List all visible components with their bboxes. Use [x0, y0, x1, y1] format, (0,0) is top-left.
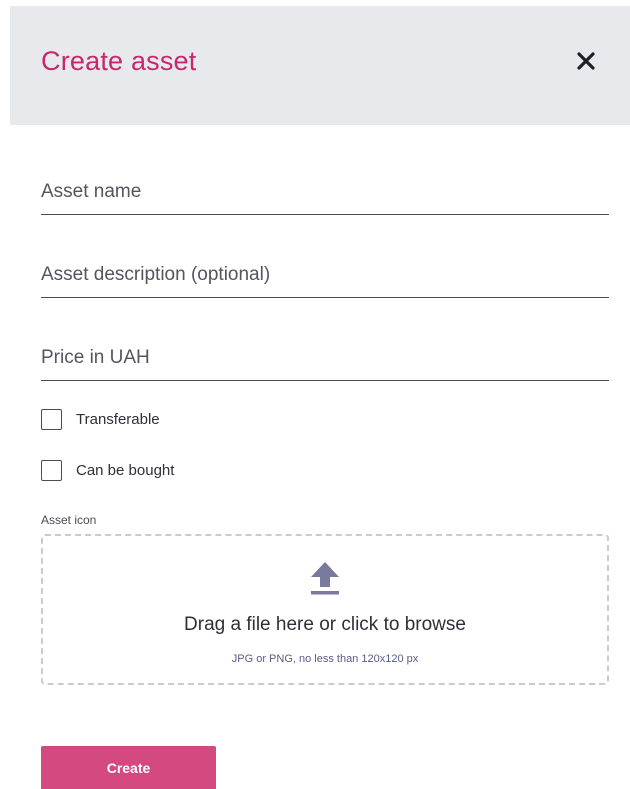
asset-name-field: [41, 180, 609, 215]
transferable-label: Transferable: [76, 411, 160, 428]
create-button[interactable]: Create: [41, 746, 216, 789]
can-be-bought-checkbox[interactable]: [41, 460, 62, 481]
dropzone-hint: JPG or PNG, no less than 120x120 px: [231, 653, 419, 665]
transferable-checkbox[interactable]: [41, 409, 62, 430]
asset-description-input[interactable]: [41, 263, 609, 297]
asset-name-input[interactable]: [41, 180, 609, 214]
asset-icon-label: Asset icon: [41, 513, 97, 527]
asset-description-field: [41, 263, 609, 298]
price-field: [41, 346, 609, 381]
close-button[interactable]: [572, 47, 600, 75]
can-be-bought-option[interactable]: Can be bought: [41, 460, 174, 481]
price-input[interactable]: [41, 346, 609, 380]
close-icon: [577, 52, 595, 70]
file-dropzone[interactable]: Drag a file here or click to browse JPG …: [41, 534, 609, 685]
dialog-title: Create asset: [41, 46, 197, 76]
transferable-option[interactable]: Transferable: [41, 409, 160, 430]
dialog-header: Create asset: [10, 6, 630, 125]
can-be-bought-label: Can be bought: [76, 462, 175, 479]
create-asset-dialog: Create asset Transferable Can be bought …: [0, 0, 630, 789]
dropzone-title: Drag a file here or click to browse: [184, 614, 466, 635]
upload-icon: [309, 560, 341, 596]
